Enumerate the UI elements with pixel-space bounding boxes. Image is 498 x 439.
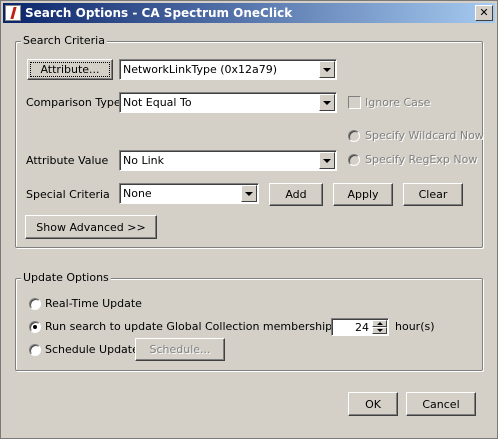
chevron-down-icon[interactable] bbox=[319, 152, 335, 169]
update-options-legend: Update Options bbox=[21, 271, 111, 284]
special-criteria-select[interactable]: None bbox=[119, 183, 259, 204]
special-criteria-value: None bbox=[123, 187, 152, 200]
show-advanced-button[interactable]: Show Advanced >> bbox=[25, 215, 157, 239]
realtime-update-radio[interactable] bbox=[29, 298, 41, 310]
search-criteria-legend: Search Criteria bbox=[21, 34, 107, 47]
add-button[interactable]: Add bbox=[269, 183, 323, 206]
specify-regexp-radio[interactable] bbox=[348, 154, 360, 166]
hours-value: 24 bbox=[355, 321, 369, 334]
attribute-value-field: No Link bbox=[123, 154, 164, 167]
comparison-type-select[interactable]: Not Equal To bbox=[119, 92, 337, 113]
chevron-down-icon[interactable] bbox=[319, 94, 335, 111]
apply-button[interactable]: Apply bbox=[333, 183, 393, 206]
schedule-update-radio[interactable] bbox=[29, 344, 41, 356]
schedule-update-label: Schedule Update bbox=[45, 343, 139, 356]
comparison-type-label: Comparison Type bbox=[26, 96, 121, 109]
ignore-case-label: Ignore Case bbox=[365, 96, 431, 109]
search-options-dialog: Search Options - CA Spectrum OneClick ✕ … bbox=[0, 0, 498, 439]
close-button[interactable]: ✕ bbox=[475, 5, 493, 21]
spin-down-icon[interactable] bbox=[372, 327, 387, 334]
attribute-select[interactable]: NetworkLinkType (0x12a79) bbox=[119, 59, 337, 80]
comparison-type-value: Not Equal To bbox=[123, 96, 192, 109]
clear-button[interactable]: Clear bbox=[403, 183, 463, 206]
run-search-label: Run search to update Global Collection m… bbox=[45, 320, 367, 333]
run-search-radio[interactable] bbox=[29, 321, 41, 333]
window-title: Search Options - CA Spectrum OneClick bbox=[25, 6, 293, 20]
cancel-button[interactable]: Cancel bbox=[406, 392, 476, 416]
ok-button[interactable]: OK bbox=[348, 392, 398, 416]
title-bar[interactable]: Search Options - CA Spectrum OneClick ✕ bbox=[3, 3, 495, 23]
chevron-down-icon[interactable] bbox=[241, 185, 257, 202]
ignore-case-checkbox[interactable] bbox=[348, 96, 361, 109]
attribute-value-label: Attribute Value bbox=[26, 154, 109, 167]
oneclick-app-icon bbox=[5, 5, 21, 21]
schedule-button[interactable]: Schedule... bbox=[135, 338, 225, 361]
specify-wildcard-label: Specify Wildcard Now bbox=[365, 129, 484, 142]
hours-spinner[interactable]: 24 bbox=[331, 318, 389, 336]
specify-wildcard-radio[interactable] bbox=[348, 130, 360, 142]
realtime-update-label: Real-Time Update bbox=[45, 297, 142, 310]
special-criteria-label: Special Criteria bbox=[26, 188, 110, 201]
spin-up-icon[interactable] bbox=[372, 320, 387, 327]
attribute-select-value: NetworkLinkType (0x12a79) bbox=[123, 63, 278, 76]
chevron-down-icon[interactable] bbox=[319, 61, 335, 78]
specify-regexp-label: Specify RegExp Now bbox=[365, 153, 478, 166]
attribute-value-select[interactable]: No Link bbox=[119, 150, 337, 171]
hours-unit-label: hour(s) bbox=[395, 320, 435, 333]
attribute-button[interactable]: Attribute... bbox=[27, 59, 113, 80]
